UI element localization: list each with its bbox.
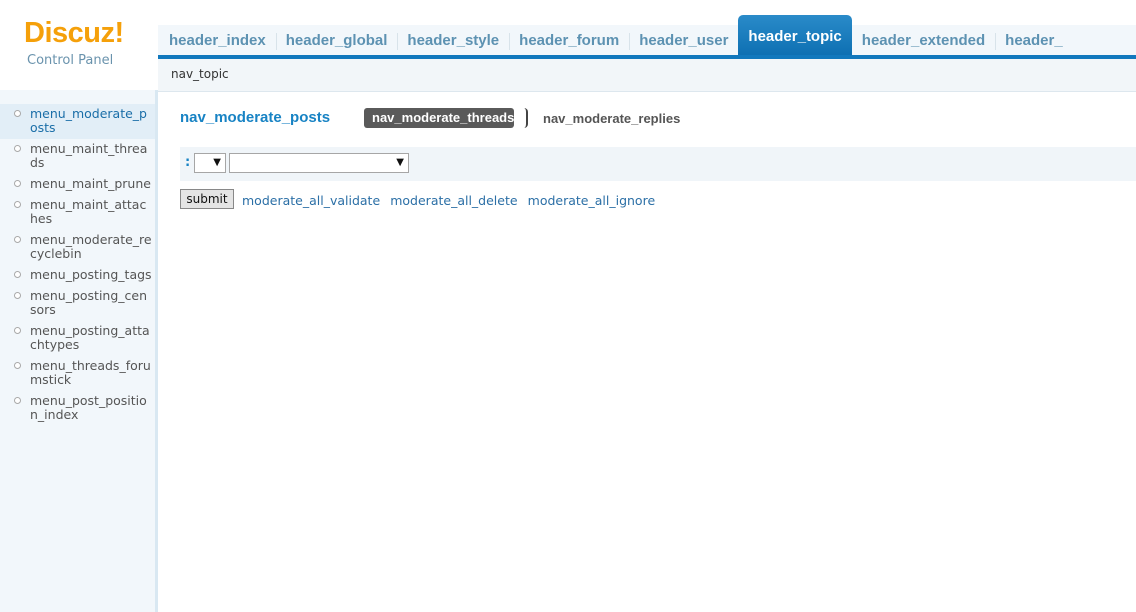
- bullet-icon: [14, 362, 21, 369]
- dropdown-arrow-icon: ▼: [396, 157, 404, 168]
- sidebar-item-threads-forumstick[interactable]: menu_threads_forumstick: [0, 356, 155, 391]
- filter-select-forum[interactable]: ▼: [229, 153, 409, 173]
- moderate-all-ignore-link[interactable]: moderate_all_ignore: [528, 193, 655, 208]
- bullet-icon: [14, 236, 21, 243]
- breadcrumb: nav_topic: [171, 67, 229, 81]
- sidebar-item-label: menu_threads_forumstick: [30, 358, 151, 387]
- main-content: nav_moderate_posts nav_moderate_threads …: [158, 92, 1136, 612]
- sidebar-item-label: menu_maint_threads: [30, 141, 148, 170]
- sidebar: menu_moderate_posts menu_maint_threads m…: [0, 90, 158, 612]
- tab-moderate-threads[interactable]: nav_moderate_threads: [364, 108, 514, 128]
- sidebar-item-label: menu_posting_tags: [30, 267, 152, 282]
- tab-header-index[interactable]: header_index: [159, 26, 276, 56]
- sidebar-item-moderate-recyclebin[interactable]: menu_moderate_recyclebin: [0, 230, 155, 265]
- bullet-icon: [14, 397, 21, 404]
- sidebar-item-label: menu_posting_attachtypes: [30, 323, 150, 352]
- tab-moderate-threads-label: nav_moderate_threads: [372, 110, 514, 125]
- submit-button[interactable]: submit: [180, 189, 234, 209]
- sidebar-item-posting-tags[interactable]: menu_posting_tags: [0, 265, 155, 286]
- sidebar-item-moderate-posts[interactable]: menu_moderate_posts: [0, 104, 155, 139]
- filter-bar: : ▼ ▼: [180, 147, 1136, 181]
- dropdown-arrow-icon: ▼: [213, 157, 221, 168]
- sidebar-item-label: menu_maint_prune: [30, 176, 151, 191]
- sidebar-item-maint-attaches[interactable]: menu_maint_attaches: [0, 195, 155, 230]
- sidebar-item-maint-threads[interactable]: menu_maint_threads: [0, 139, 155, 174]
- tab-header-topic[interactable]: header_topic: [738, 15, 852, 56]
- tab-header-style[interactable]: header_style: [397, 26, 509, 56]
- top-header: Discuz! Control Panel header_index heade…: [0, 0, 1136, 68]
- sidebar-item-label: menu_post_position_index: [30, 393, 147, 422]
- moderate-all-delete-link[interactable]: moderate_all_delete: [390, 193, 517, 208]
- bullet-icon: [14, 292, 21, 299]
- logo[interactable]: Discuz! Control Panel: [0, 0, 158, 90]
- tab-separator: [514, 108, 528, 128]
- filter-select-small[interactable]: ▼: [194, 153, 226, 173]
- sidebar-item-posting-censors[interactable]: menu_posting_censors: [0, 286, 155, 321]
- moderate-all-validate-link[interactable]: moderate_all_validate: [242, 193, 380, 208]
- tab-header-extended[interactable]: header_extended: [852, 26, 995, 56]
- sidebar-item-label: menu_maint_attaches: [30, 197, 147, 226]
- sidebar-item-post-position-index[interactable]: menu_post_position_index: [0, 391, 155, 426]
- tab-moderate-replies[interactable]: nav_moderate_replies: [543, 111, 680, 126]
- header-tabs: header_index header_global header_style …: [159, 15, 1073, 56]
- tab-header-more[interactable]: header_: [995, 26, 1073, 56]
- sidebar-item-maint-prune[interactable]: menu_maint_prune: [0, 174, 155, 195]
- sidebar-item-label: menu_moderate_recyclebin: [30, 232, 152, 261]
- bullet-icon: [14, 271, 21, 278]
- bullet-icon: [14, 180, 21, 187]
- tab-header-forum[interactable]: header_forum: [509, 26, 629, 56]
- moderate-actions: moderate_all_validate moderate_all_delet…: [242, 190, 660, 209]
- sidebar-item-label: menu_posting_censors: [30, 288, 148, 317]
- page: Discuz! Control Panel header_index heade…: [0, 0, 1136, 612]
- page-title: nav_moderate_posts: [180, 109, 331, 126]
- bullet-icon: [14, 145, 21, 152]
- tab-header-user[interactable]: header_user: [629, 26, 738, 56]
- bullet-icon: [14, 110, 21, 117]
- sidebar-item-label: menu_moderate_posts: [30, 106, 147, 135]
- bullet-icon: [14, 327, 21, 334]
- filter-label: :: [185, 155, 191, 170]
- bullet-icon: [14, 201, 21, 208]
- tab-header-global[interactable]: header_global: [275, 26, 398, 56]
- sidebar-menu: menu_moderate_posts menu_maint_threads m…: [0, 104, 155, 426]
- logo-mark: Discuz!: [24, 17, 124, 49]
- logo-subtitle: Control Panel: [27, 53, 114, 68]
- sub-nav: nav_topic: [158, 59, 1136, 92]
- sidebar-item-posting-attachtypes[interactable]: menu_posting_attachtypes: [0, 321, 155, 356]
